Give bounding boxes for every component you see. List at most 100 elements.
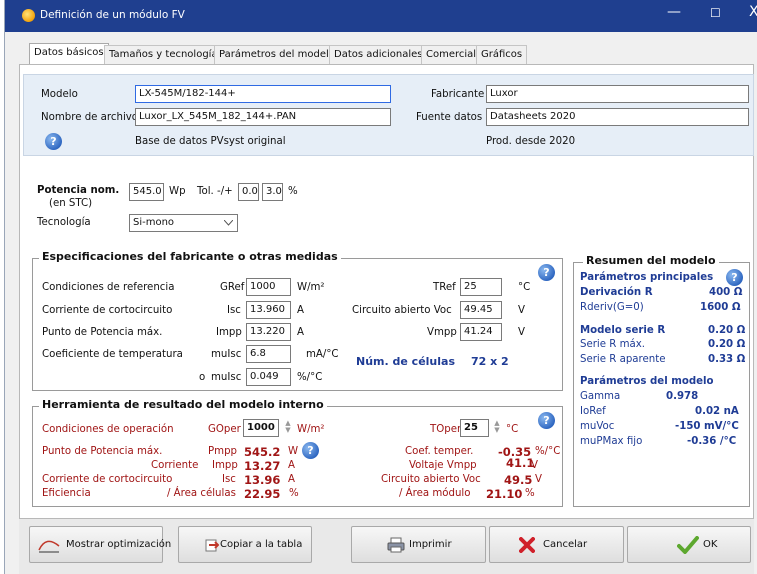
pmpp-label: Pmpp: [208, 446, 238, 457]
rs-label: Modelo serie R: [580, 325, 666, 336]
copy-label: Copiar a la tabla: [220, 539, 303, 550]
isc-tool-value: 13.96: [244, 473, 281, 487]
vmpp-tool-label: Voltaje Vmpp: [409, 460, 477, 471]
isc-label: Isc: [227, 305, 241, 316]
fabricante-label: Fabricante: [431, 89, 485, 100]
tecnologia-select[interactable]: Si-mono: [129, 214, 238, 232]
main-params-title: Parámetros principales: [580, 272, 714, 283]
imprimir-button[interactable]: Imprimir: [351, 526, 486, 563]
checkmark-icon: [677, 536, 699, 554]
vmpp-unit: V: [518, 327, 525, 338]
rs-value: 0.20 Ω: [708, 325, 746, 336]
close-button[interactable]: X: [749, 4, 757, 20]
gref-input[interactable]: 1000: [246, 278, 291, 296]
archivo-input[interactable]: Luxor_LX_545M_182_144+.PAN: [135, 108, 391, 126]
window-title: Definición de un módulo FV: [40, 9, 185, 21]
cells-value: 72 x 2: [471, 355, 509, 368]
goper-spinner[interactable]: ▲ ▼: [284, 420, 292, 436]
tab-datos-adicionales[interactable]: Datos adicionales: [329, 45, 428, 64]
goper-input[interactable]: 1000: [243, 419, 279, 437]
tab-datos-basicos[interactable]: Datos básicos: [29, 43, 109, 64]
cond-label: Condiciones de operación: [42, 424, 174, 435]
toper-input[interactable]: 25: [460, 419, 489, 437]
tol-unit: %: [288, 186, 298, 197]
cancelar-button[interactable]: Cancelar: [489, 526, 624, 563]
tab-parametros-modelo[interactable]: Parámetros del modelo: [214, 45, 340, 64]
goper-unit: W/m²: [297, 424, 325, 435]
tecnologia-label: Tecnología: [37, 217, 91, 228]
tool-help-icon[interactable]: ?: [538, 412, 555, 429]
voc-tool-value: 49.5: [504, 473, 533, 487]
muisc-label: muIsc: [211, 349, 242, 360]
ref-label: Condiciones de referencia: [42, 282, 175, 293]
rsapp-value: 0.33 Ω: [708, 354, 746, 365]
stc-label: (en STC): [49, 198, 93, 209]
rsh-label: Derivación R: [580, 287, 653, 298]
tol-plus-input[interactable]: 3.0: [262, 183, 283, 201]
summary-help-icon[interactable]: ?: [726, 269, 743, 286]
tol-minus-input[interactable]: 0.0: [238, 183, 259, 201]
tab-tamanos[interactable]: Tamaños y tecnología: [104, 45, 223, 64]
voc-tool-label: Circuito abierto Voc: [381, 474, 481, 485]
isc-row-label: Corriente de cortocircuito: [42, 305, 173, 316]
help-icon[interactable]: ?: [45, 133, 62, 150]
fuente-label: Fuente datos: [416, 112, 483, 123]
optim-label: Mostrar optimización: [66, 539, 172, 550]
vmpp-input[interactable]: 41.24: [460, 323, 502, 341]
ok-label: OK: [703, 539, 718, 550]
identification-panel: Modelo LX-545M/182-144+ Fabricante Luxor…: [23, 74, 754, 156]
gamma-label: Gamma: [580, 391, 621, 402]
app-icon: [22, 9, 35, 22]
maximize-button[interactable]: ☐: [710, 6, 721, 20]
potencia-input[interactable]: 545.0: [129, 183, 164, 201]
muvoc-label: muVoc: [580, 421, 615, 432]
fuente-input[interactable]: Datasheets 2020: [486, 108, 749, 126]
potencia-label: Potencia nom.: [37, 185, 120, 196]
voc-input[interactable]: 49.45: [460, 301, 502, 319]
eficiencia-label: Eficiencia: [42, 488, 91, 499]
optimization-chart-icon: [38, 540, 60, 553]
copiar-tabla-button[interactable]: Copiar a la tabla: [178, 526, 312, 563]
tab-comercial[interactable]: Comercial: [421, 45, 482, 64]
print-label: Imprimir: [409, 539, 452, 550]
impp-tool-value: 13.27: [244, 459, 281, 473]
muisc-input[interactable]: 6.8: [246, 345, 291, 363]
impp-input[interactable]: 13.220: [246, 323, 291, 341]
coef-t-label: Coef. temper.: [405, 446, 474, 457]
module-definition-window: Definición de un módulo FV — ☐ X Datos b…: [4, 0, 757, 574]
fabricante-input[interactable]: Luxor: [486, 85, 749, 103]
eff-mod-unit: %: [525, 488, 535, 499]
potencia-unit: Wp: [169, 186, 186, 197]
cancel-label: Cancelar: [543, 539, 588, 550]
tref-input[interactable]: 25: [460, 278, 502, 296]
isc-input[interactable]: 13.960: [246, 301, 291, 319]
tab-graficos[interactable]: Gráficos: [476, 45, 528, 64]
base-datos-text: Base de datos PVsyst original: [135, 136, 286, 147]
rsmax-value: 0.20 Ω: [708, 339, 746, 350]
voc-label: Circuito abierto Voc: [352, 305, 452, 316]
gamma-value: 0.978: [666, 391, 699, 402]
archivo-label: Nombre de archivo: [41, 112, 139, 123]
model-params-title: Parámetros del modelo: [580, 376, 714, 387]
rsmax-label: Serie R máx.: [580, 339, 646, 350]
impp-unit: A: [297, 327, 304, 338]
toper-spinner[interactable]: ▲ ▼: [493, 420, 501, 436]
vmpp-tool-unit: V: [531, 460, 538, 471]
pmpp-help-icon[interactable]: ?: [302, 442, 319, 459]
specs-help-icon[interactable]: ?: [538, 264, 555, 281]
mostrar-optimizacion-button[interactable]: Mostrar optimización: [29, 526, 171, 563]
toper-label: TOper: [430, 424, 462, 435]
corriente-label: Corriente: [151, 460, 199, 471]
impp-tool-unit: A: [288, 460, 295, 471]
pmpp-value: 545.2: [244, 445, 281, 459]
isc-tool-label: Isc: [222, 474, 236, 485]
coef-t-unit: %/°C: [535, 446, 561, 457]
ok-button[interactable]: OK: [627, 526, 751, 563]
modelo-input[interactable]: LX-545M/182-144+: [135, 85, 391, 103]
minimize-button[interactable]: —: [667, 4, 681, 20]
prod-text: Prod. desde 2020: [486, 136, 576, 147]
muisc2-input[interactable]: 0.049: [246, 368, 291, 386]
rderiv-label: Rderiv(G=0): [580, 302, 644, 313]
eff-mod-label: / Área módulo: [399, 488, 471, 499]
pmpp-unit: W: [288, 446, 299, 457]
